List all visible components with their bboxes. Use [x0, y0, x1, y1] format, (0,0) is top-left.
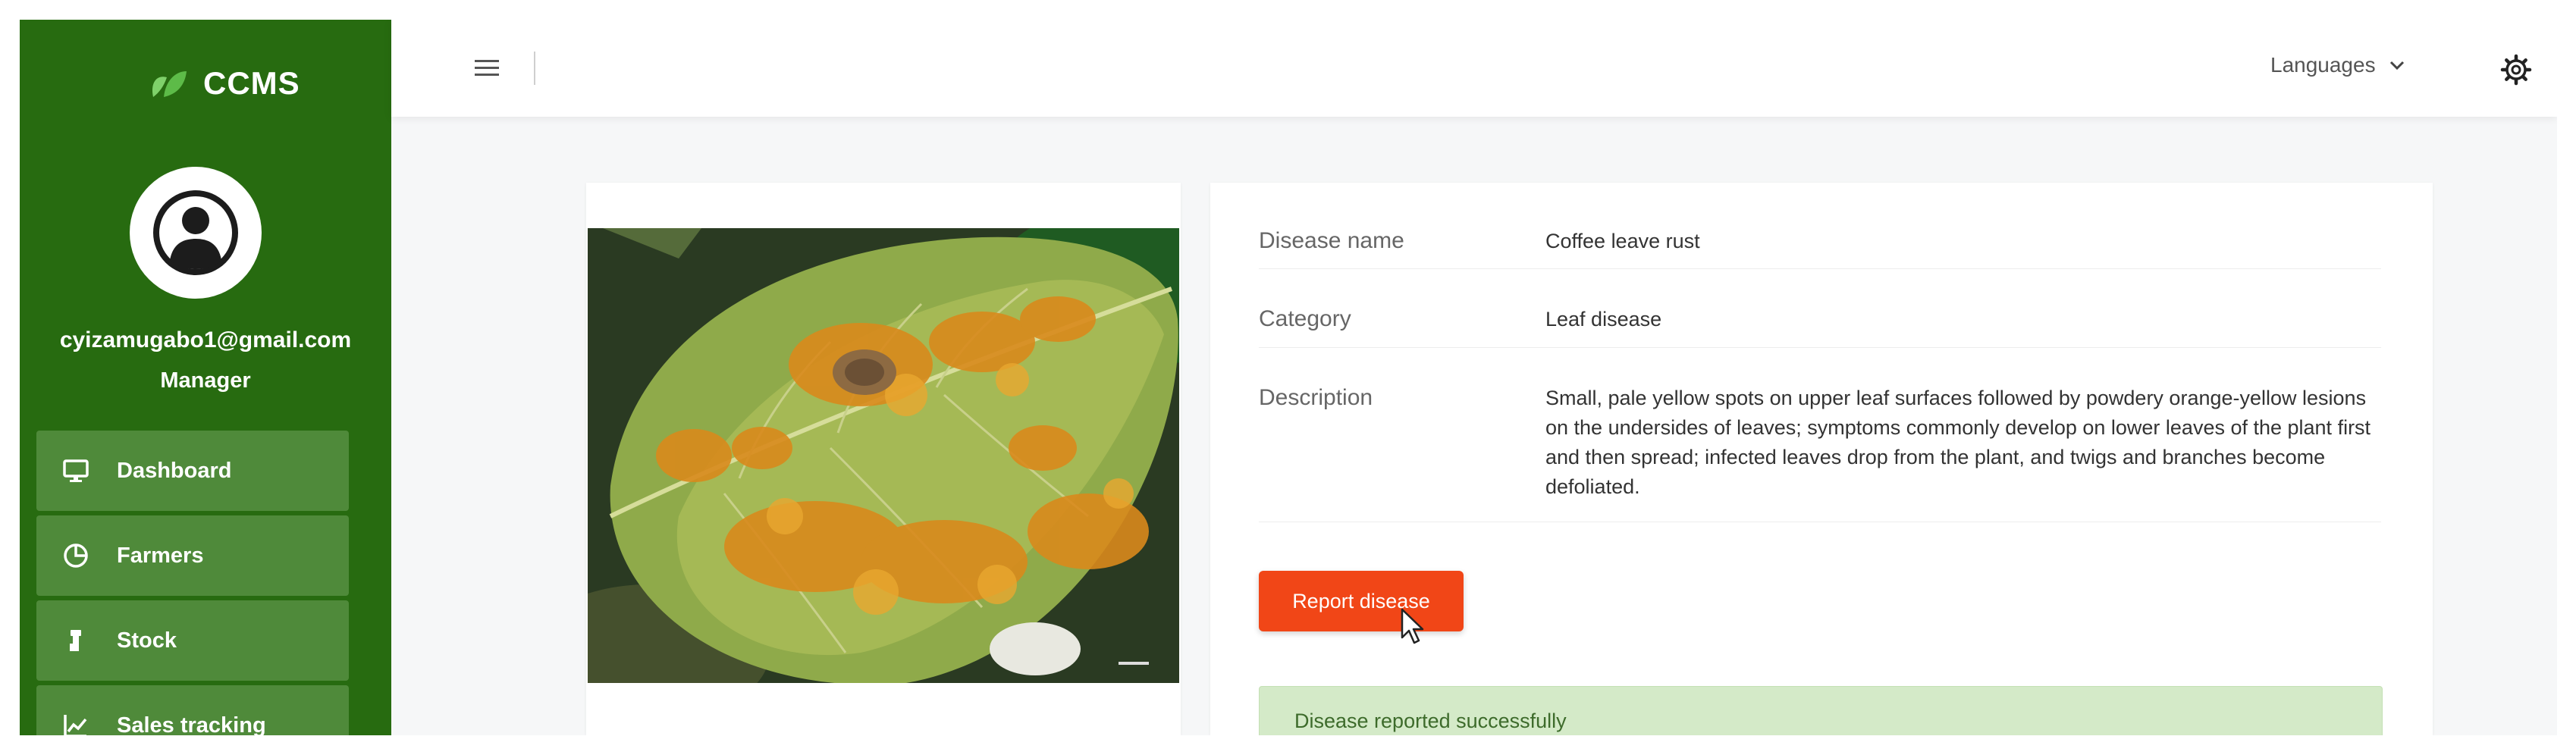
disease-details-card: Disease name Coffee leave rust Category …: [1210, 183, 2433, 735]
sidebar: CCMS cyizamugabo1@gmail.com Manager Dash…: [20, 20, 391, 735]
chevron-down-icon: [2389, 61, 2404, 70]
sidebar-item-label: Farmers: [117, 543, 204, 568]
topbar: Languages: [391, 20, 2557, 117]
line-chart-icon: [61, 710, 91, 735]
avatar[interactable]: [130, 167, 262, 299]
languages-dropdown[interactable]: Languages: [2270, 53, 2405, 77]
disease-name-row: Disease name Coffee leave rust: [1259, 183, 2381, 269]
category-row: Category Leaf disease: [1259, 268, 2381, 348]
user-email: cyizamugabo1@gmail.com: [59, 327, 352, 352]
divider: [534, 52, 535, 85]
disease-name-label: Disease name: [1259, 228, 1404, 253]
pie-chart-icon: [61, 540, 91, 571]
report-disease-button[interactable]: Report disease: [1259, 571, 1464, 631]
gear-icon[interactable]: [2499, 53, 2533, 86]
sidebar-item-sales-tracking[interactable]: Sales tracking: [36, 685, 349, 735]
description-label: Description: [1259, 385, 1373, 410]
mouse-pointer-icon: [1401, 608, 1424, 644]
category-label: Category: [1259, 306, 1351, 331]
disease-name-value: Coffee leave rust: [1545, 230, 1700, 252]
category-value: Leaf disease: [1545, 308, 1662, 331]
app-window: CCMS cyizamugabo1@gmail.com Manager Dash…: [20, 20, 2557, 735]
monitor-icon: [61, 456, 91, 486]
success-alert-text: Disease reported successfully: [1294, 710, 1567, 732]
brand-name: CCMS: [203, 65, 300, 101]
user-role: Manager: [160, 368, 251, 393]
sidebar-item-label: Dashboard: [117, 458, 232, 483]
user-icon: [153, 190, 238, 275]
sidebar-item-stock[interactable]: Stock: [36, 600, 349, 681]
sidebar-item-label: Sales tracking: [117, 713, 266, 736]
leaf-logo-icon: [152, 71, 187, 97]
sidebar-item-dashboard[interactable]: Dashboard: [36, 431, 349, 511]
disease-leaf-image: [588, 228, 1179, 683]
sidebar-item-farmers[interactable]: Farmers: [36, 515, 349, 596]
stock-icon: [61, 625, 91, 656]
sidebar-item-label: Stock: [117, 628, 177, 653]
description-value: Small, pale yellow spots on upper leaf s…: [1545, 387, 2371, 498]
hamburger-icon[interactable]: [475, 58, 499, 79]
disease-image-card: [586, 183, 1181, 735]
success-alert: Disease reported successfully: [1259, 686, 2383, 735]
brand[interactable]: CCMS: [149, 65, 300, 102]
description-row: Description Small, pale yellow spots on …: [1259, 347, 2381, 522]
languages-label: Languages: [2270, 53, 2376, 77]
